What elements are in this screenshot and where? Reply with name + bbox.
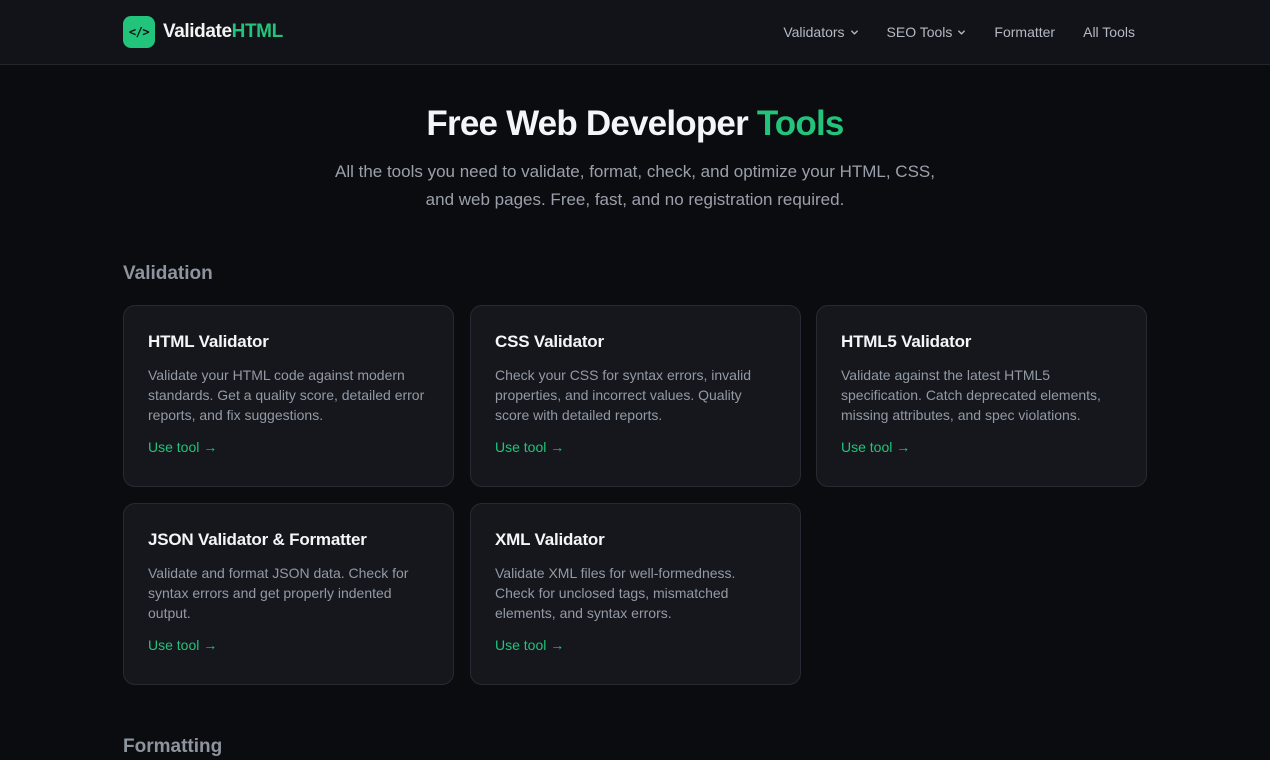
- card-description: Validate XML files for well-formedness. …: [495, 565, 736, 621]
- logo-wordmark: ValidateHTML: [163, 21, 283, 43]
- hero-title-main: Free Web Developer: [426, 104, 757, 143]
- nav-item-label: Validators: [783, 24, 845, 40]
- code-brackets-icon: </>: [123, 16, 155, 48]
- logo-text-accent: HTML: [231, 21, 284, 42]
- card-description: Validate and format JSON data. Check for…: [148, 565, 409, 621]
- chevron-down-icon: [958, 29, 966, 35]
- card-title: HTML5 Validator: [841, 332, 972, 351]
- nav-item-label: SEO Tools: [886, 24, 953, 40]
- chevron-down-icon: [850, 29, 858, 35]
- use-tool-link[interactable]: Use tool →: [148, 439, 217, 455]
- nav-item-label: All Tools: [1083, 24, 1135, 40]
- hero-subtitle-line-2: and web pages. Free, fast, and no regist…: [425, 190, 845, 209]
- card-title: CSS Validator: [495, 332, 604, 351]
- main-nav: Validators SEO Tools Formatter All Tools: [783, 0, 1135, 64]
- use-tool-link[interactable]: Use tool →: [495, 439, 564, 455]
- site-logo[interactable]: </> ValidateHTML: [123, 16, 283, 48]
- hero-title: Free Web Developer Tools: [0, 104, 1270, 144]
- tool-card-html5-validator[interactable]: HTML5 Validator Validate against the lat…: [816, 305, 1147, 487]
- top-navigation-bar: </> ValidateHTML Validators SEO Tools Fo…: [0, 0, 1270, 65]
- nav-seo-tools-dropdown[interactable]: SEO Tools: [887, 24, 967, 40]
- use-tool-link[interactable]: Use tool →: [841, 439, 910, 455]
- tool-card-json-validator[interactable]: JSON Validator & Formatter Validate and …: [123, 503, 454, 685]
- hero-title-accent: Tools: [756, 104, 845, 143]
- card-description: Validate against the latest HTML5 specif…: [841, 367, 1101, 423]
- hero-subtitle-line-1: All the tools you need to validate, form…: [334, 162, 935, 181]
- tool-card-xml-validator[interactable]: XML Validator Validate XML files for wel…: [470, 503, 801, 685]
- use-tool-link[interactable]: Use tool →: [495, 637, 564, 653]
- card-title: JSON Validator & Formatter: [148, 530, 367, 549]
- card-title: XML Validator: [495, 530, 605, 549]
- section-title-formatting: Formatting: [123, 736, 223, 757]
- card-description: Check your CSS for syntax errors, invali…: [495, 367, 751, 423]
- section-title-validation: Validation: [123, 263, 213, 284]
- logo-text-primary: Validate: [163, 21, 232, 42]
- nav-formatter-link[interactable]: Formatter: [994, 24, 1055, 40]
- tool-card-html-validator[interactable]: HTML Validator Validate your HTML code a…: [123, 305, 454, 487]
- card-title: HTML Validator: [148, 332, 269, 351]
- tool-card-css-validator[interactable]: CSS Validator Check your CSS for syntax …: [470, 305, 801, 487]
- use-tool-link[interactable]: Use tool →: [148, 637, 217, 653]
- nav-item-label: Formatter: [994, 24, 1056, 40]
- card-description: Validate your HTML code against modern s…: [148, 367, 425, 423]
- hero-subtitle: All the tools you need to validate, form…: [295, 158, 975, 214]
- nav-validators-dropdown[interactable]: Validators: [783, 24, 858, 40]
- nav-all-tools-link[interactable]: All Tools: [1083, 24, 1135, 40]
